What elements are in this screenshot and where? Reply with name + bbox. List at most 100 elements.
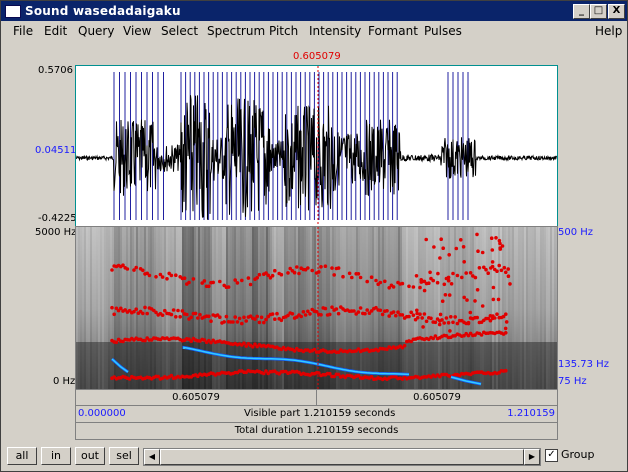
time-segment-left[interactable]: 0.605079 [75, 389, 317, 406]
formant-point [169, 273, 174, 278]
formant-point [257, 272, 262, 277]
scroll-right-arrow-icon[interactable]: ▶ [524, 449, 540, 465]
formant-point [491, 285, 496, 290]
formant-point [475, 288, 480, 292]
formant-point [489, 236, 494, 240]
formant-point [374, 278, 378, 283]
formant-point [134, 265, 138, 270]
cursor-time-label: 0.605079 [293, 51, 341, 62]
menu-pulses[interactable]: Pulses [424, 24, 462, 38]
formant-point [279, 318, 284, 323]
spectrogram-fmax-label: 5000 Hz [35, 227, 77, 238]
formant-point [356, 272, 361, 276]
formant-point [275, 311, 279, 316]
formant-point [424, 319, 429, 324]
formant-point [180, 309, 185, 313]
formant-point [424, 237, 429, 242]
close-button[interactable]: X [608, 4, 625, 19]
formant-point [191, 277, 196, 281]
menu-intensity[interactable]: Intensity [309, 24, 361, 38]
formant-point [262, 320, 266, 325]
zoom-all-button[interactable]: all [7, 447, 37, 465]
formant-point [480, 304, 485, 308]
minimize-button[interactable]: _ [573, 4, 590, 19]
formant-point [504, 320, 509, 324]
waveform-panel[interactable] [75, 65, 558, 227]
formant-point [431, 278, 436, 283]
formant-point [255, 314, 259, 319]
formant-point [449, 315, 453, 319]
formant-point [407, 284, 411, 289]
formant-point [125, 267, 130, 271]
formant-point [378, 308, 383, 313]
formant-point [476, 249, 480, 253]
zoom-selection-button[interactable]: sel [109, 447, 139, 465]
group-checkbox[interactable]: ✓ [545, 449, 558, 462]
formant-point [279, 272, 284, 277]
formant-point [330, 305, 334, 309]
formant-point [141, 311, 145, 316]
scrollbar-thumb[interactable] [160, 449, 524, 465]
formant-point [427, 281, 431, 285]
formant-point [290, 312, 295, 316]
zoom-in-button[interactable]: in [41, 447, 71, 465]
menu-edit[interactable]: Edit [44, 24, 67, 38]
formant-point [468, 271, 473, 275]
formant-point [297, 271, 301, 276]
formant-point [242, 341, 246, 345]
formant-point [462, 295, 467, 300]
spectrogram-plot[interactable] [76, 227, 558, 390]
visible-part-bar[interactable]: 0.000000 Visible part 1.210159 seconds 1… [75, 405, 558, 423]
formant-point [437, 322, 442, 327]
formant-point [255, 276, 259, 280]
formant-point [448, 329, 452, 333]
formant-point [244, 319, 248, 323]
formant-point [257, 320, 262, 325]
formant-point [224, 314, 229, 319]
menu-select[interactable]: Select [161, 24, 198, 38]
formant-point [178, 315, 182, 319]
formant-point [444, 316, 449, 320]
formant-point [480, 250, 485, 255]
time-segment-right[interactable]: 0.605079 [316, 389, 558, 406]
formant-point [218, 279, 222, 284]
menu-formant[interactable]: Formant [368, 24, 418, 38]
formant-point [418, 285, 422, 290]
formant-point [499, 268, 504, 273]
formant-point [171, 308, 176, 312]
formant-point [365, 308, 370, 312]
window-title: Sound wasedadaigaku [25, 4, 181, 18]
formant-point [415, 308, 419, 313]
formant-point [494, 236, 498, 240]
scroll-left-arrow-icon[interactable]: ◀ [144, 449, 160, 465]
formant-point [495, 269, 499, 273]
formant-point [323, 306, 328, 311]
waveform-plot[interactable] [75, 66, 557, 226]
zoom-out-button[interactable]: out [75, 447, 105, 465]
formant-point [429, 316, 433, 321]
menu-query[interactable]: Query [78, 24, 114, 38]
formant-point [383, 279, 387, 284]
formant-point [454, 246, 459, 251]
menu-view[interactable]: View [123, 24, 151, 38]
formant-point [141, 268, 145, 273]
formant-point [242, 315, 246, 320]
menu-file[interactable]: File [13, 24, 33, 38]
formant-point [134, 307, 138, 311]
maximize-button[interactable]: □ [590, 4, 607, 19]
formant-point [207, 284, 211, 289]
horizontal-scrollbar[interactable]: ◀ ▶ [143, 448, 541, 466]
formant-point [447, 253, 452, 257]
menu-spectrum[interactable]: Spectrum [207, 24, 265, 38]
formant-point [240, 321, 244, 326]
visible-start-time: 0.000000 [78, 408, 126, 419]
formant-point [222, 320, 226, 324]
menu-pitch[interactable]: Pitch [269, 24, 298, 38]
spectrogram-panel[interactable] [75, 226, 558, 391]
total-duration-bar[interactable]: Total duration 1.210159 seconds [75, 422, 558, 440]
formant-point [182, 276, 187, 280]
window-app-icon [5, 5, 21, 18]
menu-help[interactable]: Help [595, 24, 622, 38]
formant-point [447, 293, 452, 297]
title-bar[interactable]: Sound wasedadaigaku _ □ X [1, 1, 627, 21]
